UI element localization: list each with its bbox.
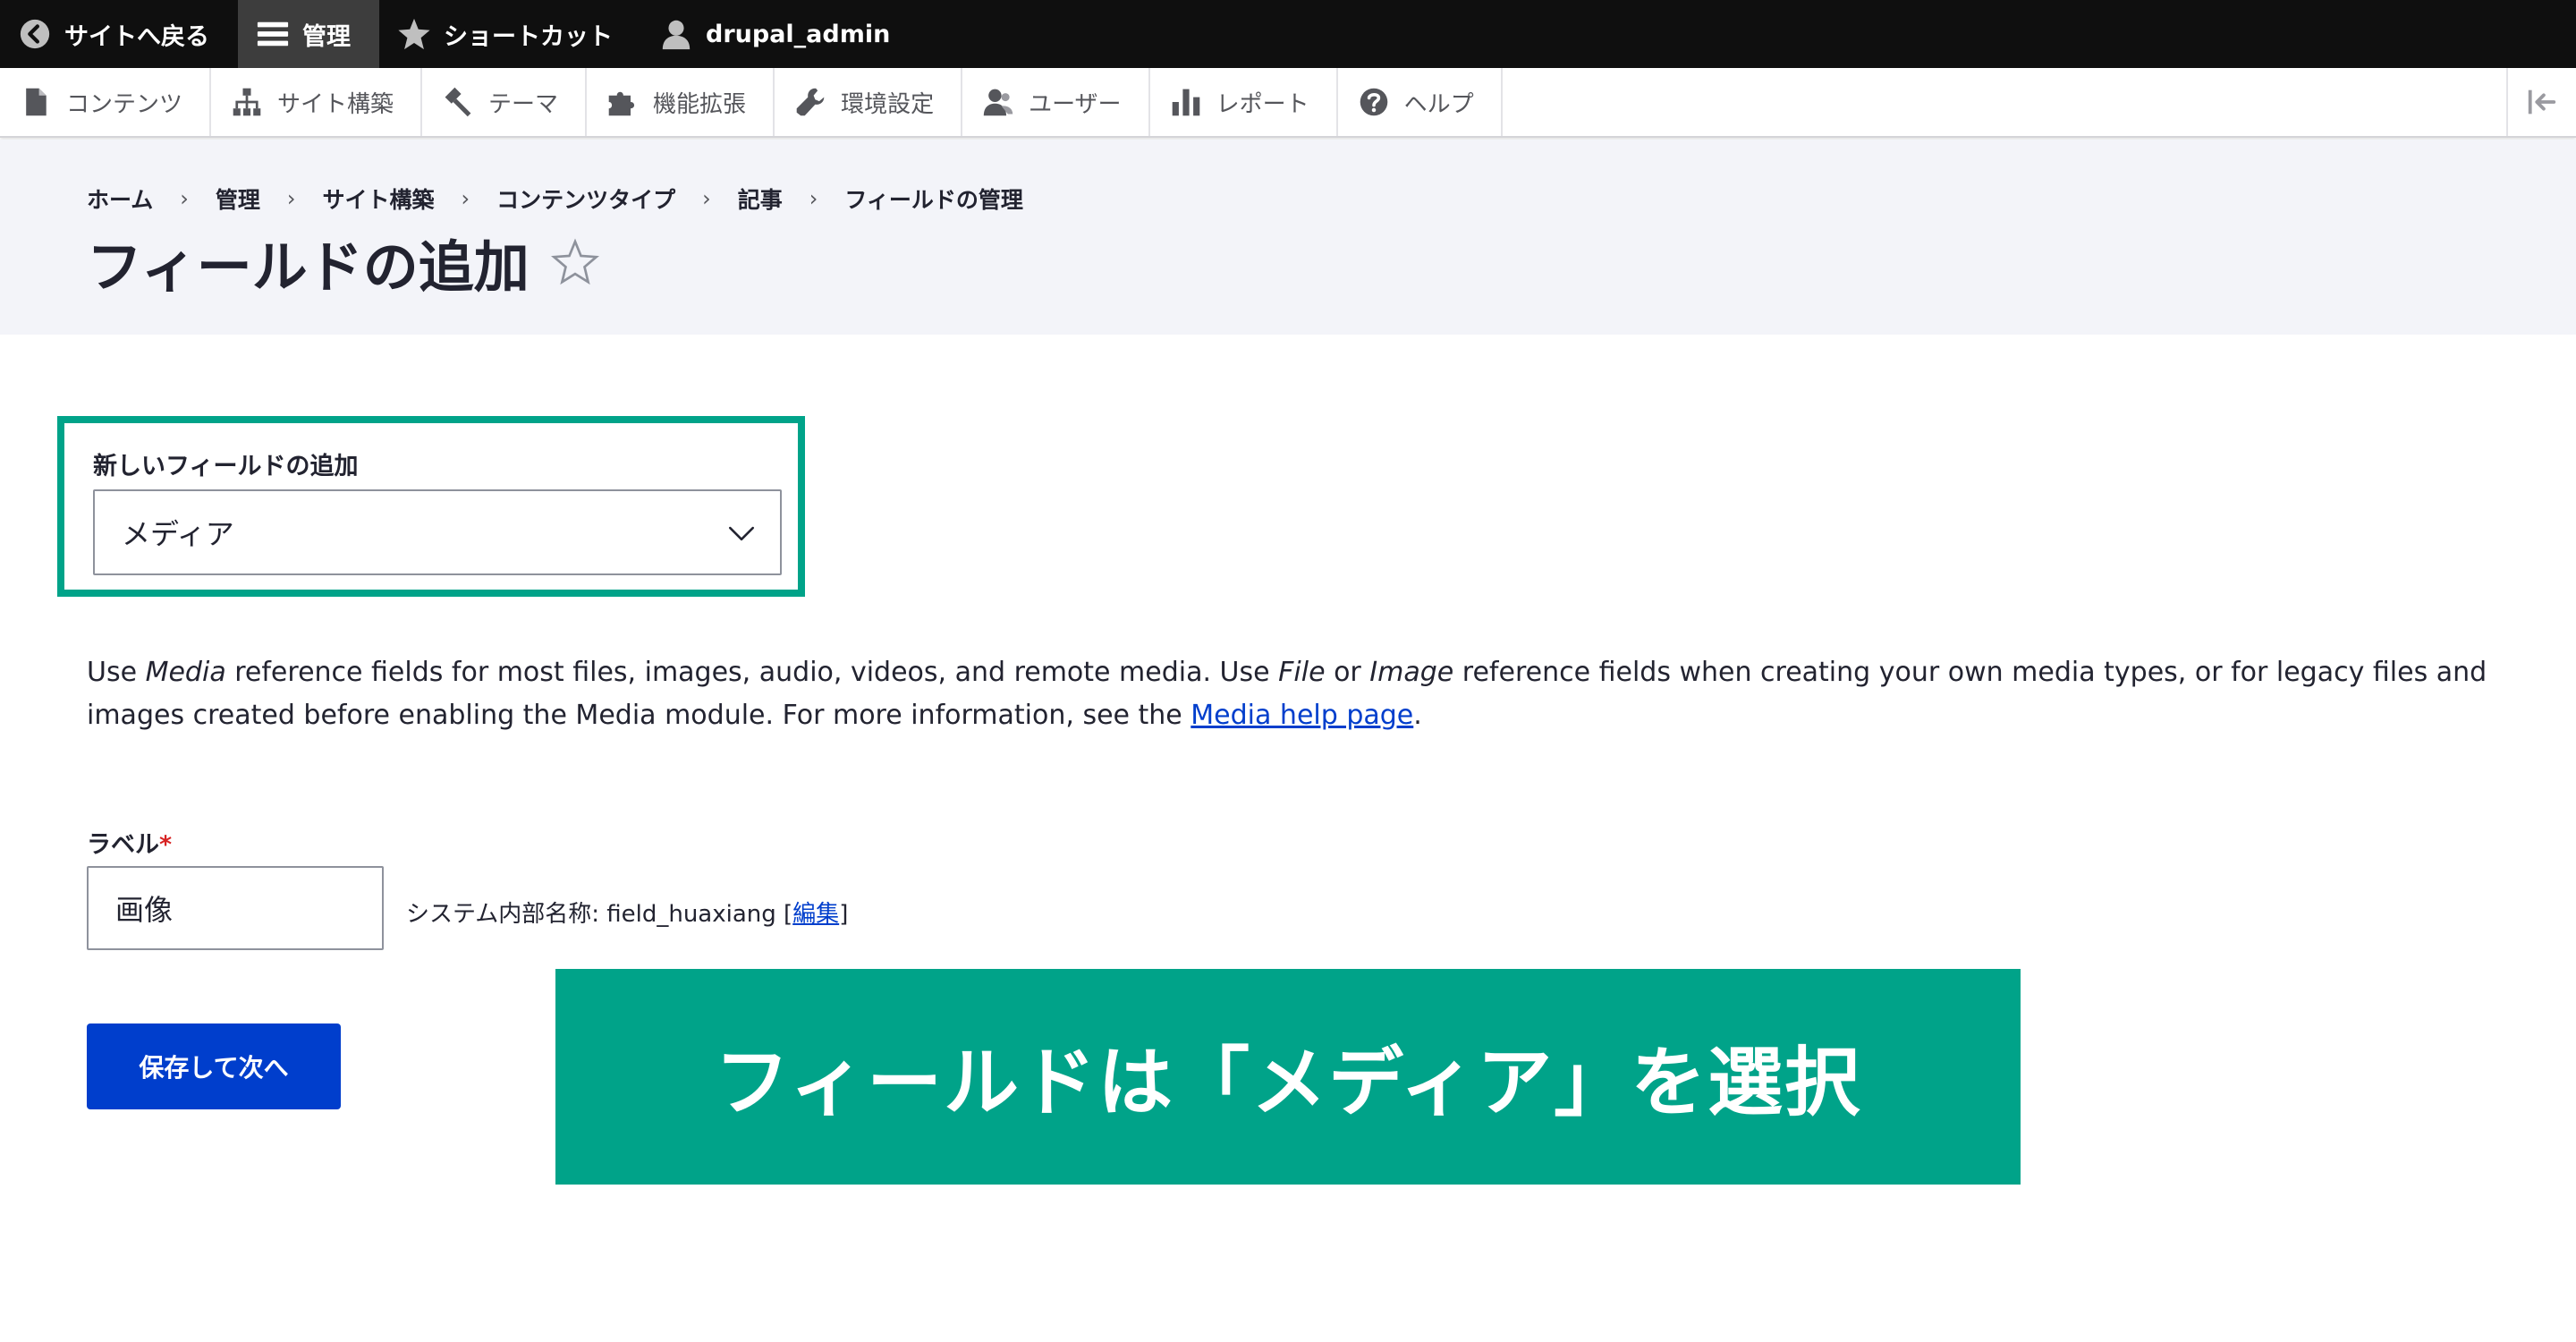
desc-text: or [1325, 657, 1370, 688]
tray-item-content[interactable]: コンテンツ [0, 68, 212, 136]
tray-item-label: 環境設定 [841, 90, 935, 118]
breadcrumb-structure[interactable]: サイト構築 [323, 183, 435, 215]
save-and-continue-button[interactable]: 保存して次へ [87, 1023, 341, 1109]
manage-label: 管理 [302, 22, 351, 51]
desc-text: reference fields for most files, images,… [225, 657, 1279, 688]
breadcrumb-manage-fields[interactable]: フィールドの管理 [844, 183, 1023, 215]
tray-item-label: レポート [1216, 90, 1309, 118]
breadcrumb-separator: › [809, 186, 818, 211]
label-field-title-text: ラベル [87, 831, 159, 859]
back-to-site-link[interactable]: サイトへ戻る [0, 0, 238, 68]
desc-emphasis-media: Media [145, 657, 226, 688]
wrench-icon [796, 88, 825, 116]
manage-tab[interactable]: 管理 [238, 0, 379, 68]
breadcrumb-separator: › [702, 186, 711, 211]
desc-emphasis-image: Image [1369, 657, 1454, 688]
breadcrumb-home[interactable]: ホーム [87, 183, 153, 215]
shortcuts-label: ショートカット [444, 22, 613, 51]
machine-name: システム内部名称: field_huaxiang [編集] [406, 896, 848, 929]
field-type-selected-value: メディア [122, 517, 234, 551]
shortcuts-tab[interactable]: ショートカット [379, 0, 641, 68]
chevron-down-icon [728, 526, 755, 541]
admin-toolbar: サイトへ戻る 管理 ショートカット drupal_admin [0, 0, 2576, 68]
machine-name-prefix: システム内部名称: field_huaxiang [ [406, 901, 793, 928]
page-title-row: フィールドの追加 [87, 222, 599, 302]
page-header: ホーム › 管理 › サイト構築 › コンテンツタイプ › 記事 › フィールド… [0, 140, 2576, 335]
breadcrumb-admin[interactable]: 管理 [216, 183, 260, 215]
tray-spacer [1503, 68, 2506, 136]
tray-item-label: コンテンツ [66, 90, 183, 118]
paintbrush-icon [445, 87, 471, 117]
tray-item-label: 機能拡張 [653, 90, 747, 118]
user-tab[interactable]: drupal_admin [641, 0, 919, 68]
machine-name-suffix: ] [839, 901, 849, 928]
breadcrumb-separator: › [286, 186, 296, 211]
field-description: Use Media reference fields for most file… [87, 651, 2502, 737]
media-help-link[interactable]: Media help page [1191, 700, 1413, 731]
admin-tray: コンテンツ サイト構築 テーマ 機能拡張 環境設定 ユーザー レポート ヘルプ [0, 68, 2576, 138]
breadcrumb: ホーム › 管理 › サイト構築 › コンテンツタイプ › 記事 › フィールド… [87, 183, 1023, 215]
bar-chart-icon [1172, 89, 1199, 116]
tray-item-structure[interactable]: サイト構築 [211, 68, 423, 136]
required-marker: * [159, 831, 173, 859]
tray-item-people[interactable]: ユーザー [962, 68, 1150, 136]
machine-name-edit-link[interactable]: 編集 [792, 901, 839, 928]
hamburger-icon [257, 21, 289, 47]
desc-text: . [1413, 700, 1422, 731]
collapse-icon [2528, 89, 2556, 115]
tray-item-label: テーマ [488, 90, 559, 118]
tray-item-config[interactable]: 環境設定 [775, 68, 963, 136]
add-field-highlight: 新しいフィールドの追加 メディア [57, 416, 805, 597]
tray-item-extend[interactable]: 機能拡張 [587, 68, 775, 136]
annotation-callout: フィールドは「メディア」を選択 [555, 969, 2021, 1185]
user-name: drupal_admin [706, 20, 891, 48]
breadcrumb-article[interactable]: 記事 [738, 183, 783, 215]
star-outline-icon[interactable] [550, 238, 599, 286]
star-filled-icon [398, 18, 430, 50]
tray-item-label: サイト構築 [277, 90, 394, 118]
people-icon [983, 89, 1013, 116]
field-type-select[interactable]: メディア [93, 489, 782, 575]
label-input[interactable]: 画像 [87, 866, 384, 950]
help-icon [1360, 88, 1387, 116]
file-icon [26, 88, 47, 116]
user-icon [662, 20, 691, 50]
tray-item-label: ユーザー [1029, 90, 1122, 118]
tray-item-label: ヘルプ [1403, 90, 1474, 118]
tray-item-appearance[interactable]: テーマ [422, 68, 588, 136]
breadcrumb-content-types[interactable]: コンテンツタイプ [496, 183, 675, 215]
tray-orientation-toggle[interactable] [2506, 68, 2576, 136]
page-title: フィールドの追加 [87, 234, 530, 300]
label-input-value: 画像 [115, 893, 174, 927]
breadcrumb-separator: › [461, 186, 470, 211]
label-field-title: ラベル* [87, 825, 172, 860]
back-to-site-label: サイトへ戻る [64, 22, 209, 51]
add-field-label: 新しいフィールドの追加 [93, 453, 359, 480]
desc-emphasis-file: File [1278, 657, 1326, 688]
tray-item-help[interactable]: ヘルプ [1338, 68, 1503, 136]
back-arrow-icon [20, 19, 50, 49]
desc-text: Use [87, 657, 146, 688]
sitemap-icon [233, 88, 261, 116]
puzzle-icon [608, 91, 635, 116]
tray-item-reports[interactable]: レポート [1150, 68, 1338, 136]
breadcrumb-separator: › [180, 186, 189, 211]
